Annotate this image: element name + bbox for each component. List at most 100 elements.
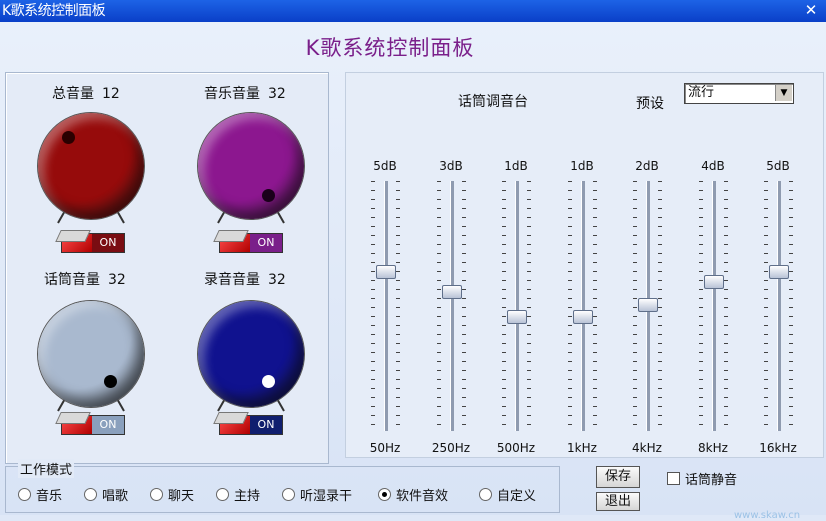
- eq-band-frequency: 50Hz: [369, 441, 401, 455]
- mode-label: 唱歌: [102, 489, 129, 504]
- eq-slider-track[interactable]: [581, 181, 585, 431]
- eq-band-db: 2dB: [635, 159, 659, 173]
- eq-band-db: 3dB: [439, 159, 463, 173]
- radio-icon: [150, 488, 163, 501]
- mic-equalizer-panel: 话筒调音台 预设 流行 ▼ 5dB 50Hz 3dB 250Hz 1dB 500…: [345, 72, 824, 458]
- mode-radio-software-fx[interactable]: 软件音效: [378, 485, 448, 504]
- master-volume-knob[interactable]: [38, 113, 144, 224]
- eq-band-frequency: 8kHz: [698, 441, 728, 455]
- mode-radio-chat[interactable]: 聊天: [150, 485, 194, 504]
- eq-slider-track[interactable]: [515, 181, 519, 431]
- eq-slider-thumb[interactable]: [507, 310, 527, 324]
- eq-band-db: 1dB: [570, 159, 594, 173]
- mode-label: 聊天: [168, 489, 195, 504]
- eq-band-16khz: 5dB 16kHz: [758, 73, 798, 457]
- eq-ticks: [396, 181, 400, 431]
- title-bar: K歌系统控制面板 ✕: [0, 0, 826, 22]
- main-window: K歌系统控制面板 总音量 12 ON 音乐音量 32 ON 话筒音量 32 ON 录音…: [0, 22, 826, 521]
- eq-band-db: 5dB: [373, 159, 397, 173]
- eq-band-1khz: 1dB 1kHz: [562, 73, 602, 457]
- mic-switch[interactable]: ON: [61, 415, 125, 435]
- eq-slider-thumb[interactable]: [638, 297, 658, 312]
- window-title: K歌系统控制面板: [2, 3, 106, 19]
- eq-band-8khz: 4dB 8kHz: [693, 73, 733, 457]
- close-icon[interactable]: ✕: [802, 1, 820, 19]
- music-switch-state: ON: [250, 234, 282, 252]
- mode-radio-sing[interactable]: 唱歌: [84, 485, 128, 504]
- music-volume-label: 音乐音量 32: [204, 86, 286, 102]
- radio-icon: [282, 488, 295, 501]
- mode-radio-host[interactable]: 主持: [216, 485, 260, 504]
- master-switch[interactable]: ON: [61, 233, 125, 253]
- mic-mute-label: 话筒静音: [685, 473, 738, 488]
- save-button[interactable]: 保存: [596, 466, 640, 488]
- knob-disc: [38, 301, 144, 407]
- eq-slider-track[interactable]: [450, 181, 454, 431]
- eq-band-4khz: 2dB 4kHz: [627, 73, 667, 457]
- knob-indicator-dot: [262, 189, 275, 202]
- eq-slider-thumb[interactable]: [376, 265, 396, 279]
- eq-band-frequency: 250Hz: [431, 441, 471, 455]
- record-switch[interactable]: ON: [219, 415, 283, 435]
- eq-ticks: [724, 181, 728, 431]
- eq-slider-thumb[interactable]: [573, 310, 593, 324]
- eq-slider-track[interactable]: [777, 181, 781, 431]
- music-switch[interactable]: ON: [219, 233, 283, 253]
- eq-band-frequency: 500Hz: [496, 441, 536, 455]
- eq-ticks: [789, 181, 793, 431]
- record-volume-value: 32: [268, 272, 286, 288]
- work-mode-group: 工作模式 音乐 唱歌 聊天 主持 听湿录干 软件音效 自定义: [5, 459, 560, 513]
- switch-lever-icon: [62, 416, 92, 434]
- watermark: www.skaw.cn: [734, 510, 801, 521]
- master-volume-label: 总音量 12: [52, 86, 120, 102]
- switch-lever-icon: [62, 234, 92, 252]
- knob-disc: [38, 113, 144, 219]
- mode-label: 音乐: [36, 489, 63, 504]
- switch-lever-icon: [220, 234, 250, 252]
- mic-switch-state: ON: [92, 416, 124, 434]
- mic-volume-label: 话筒音量 32: [44, 272, 126, 288]
- exit-button[interactable]: 退出: [596, 492, 640, 511]
- radio-icon: [378, 488, 391, 501]
- eq-band-frequency: 1kHz: [567, 441, 597, 455]
- eq-band-frequency: 4kHz: [632, 441, 662, 455]
- radio-icon: [479, 488, 492, 501]
- record-volume-knob[interactable]: [198, 301, 304, 412]
- checkbox-icon: [667, 472, 680, 485]
- eq-band-frequency: 16kHz: [759, 441, 797, 455]
- music-volume-value: 32: [268, 86, 286, 102]
- radio-icon: [18, 488, 31, 501]
- eq-slider-track[interactable]: [384, 181, 388, 431]
- eq-band-250hz: 3dB 250Hz: [431, 73, 471, 457]
- mic-volume-knob[interactable]: [38, 301, 144, 412]
- mode-label: 软件音效: [396, 489, 449, 504]
- volume-panel: 总音量12 ON 音乐音量32 ON 话筒音量32 ON 录音音量32: [5, 72, 329, 464]
- record-switch-state: ON: [250, 416, 282, 434]
- mode-radio-wet-dry[interactable]: 听湿录干: [282, 485, 352, 504]
- mic-mute-checkbox[interactable]: 话筒静音: [667, 469, 737, 488]
- eq-band-db: 5dB: [766, 159, 790, 173]
- eq-band-db: 4dB: [701, 159, 725, 173]
- eq-band-50hz: 5dB 50Hz: [365, 73, 405, 457]
- eq-slider-thumb[interactable]: [769, 265, 789, 279]
- eq-band-db: 1dB: [504, 159, 528, 173]
- eq-ticks: [527, 181, 531, 431]
- eq-slider-track[interactable]: [712, 181, 716, 431]
- work-mode-legend: 工作模式: [18, 459, 75, 478]
- knob-disc: [198, 301, 304, 407]
- music-volume-knob[interactable]: [198, 113, 304, 224]
- eq-slider-thumb[interactable]: [704, 275, 724, 289]
- mode-label: 主持: [234, 489, 261, 504]
- master-switch-state: ON: [92, 234, 124, 252]
- eq-slider-thumb[interactable]: [442, 285, 462, 299]
- mode-radio-music[interactable]: 音乐: [18, 485, 62, 504]
- radio-icon: [84, 488, 97, 501]
- mic-volume-value: 32: [108, 272, 126, 288]
- knob-disc: [198, 113, 304, 219]
- mode-label: 自定义: [497, 489, 537, 504]
- eq-ticks: [462, 181, 466, 431]
- knob-indicator-dot: [62, 131, 75, 144]
- eq-band-500hz: 1dB 500Hz: [496, 73, 536, 457]
- mode-label: 听湿录干: [300, 489, 353, 504]
- mode-radio-custom[interactable]: 自定义: [479, 485, 536, 504]
